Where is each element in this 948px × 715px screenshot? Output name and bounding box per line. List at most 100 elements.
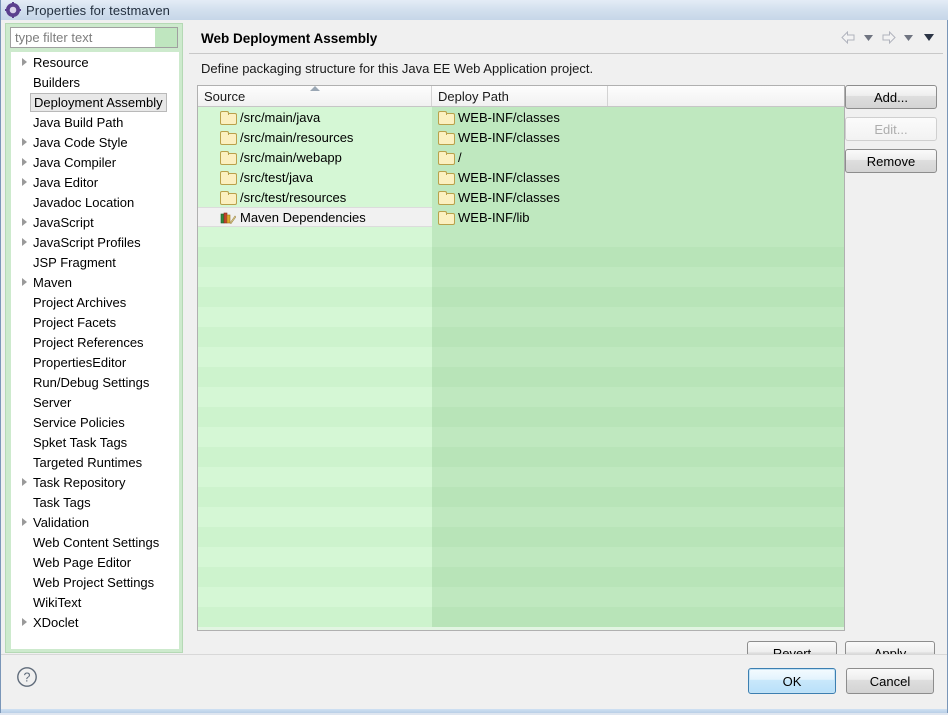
table-row-empty xyxy=(198,507,844,527)
expand-arrow-icon[interactable] xyxy=(17,158,31,166)
sidebar-item-task-repository[interactable]: Task Repository xyxy=(11,472,179,492)
table-cell-empty xyxy=(608,387,844,407)
remove-button[interactable]: Remove xyxy=(845,149,937,173)
forward-arrow-icon[interactable] xyxy=(880,29,897,46)
back-arrow-icon[interactable] xyxy=(840,29,857,46)
table-row[interactable]: Maven Dependencies WEB-INF/lib xyxy=(198,207,844,227)
expand-arrow-icon[interactable] xyxy=(17,138,31,146)
sidebar-item-spket-task-tags[interactable]: Spket Task Tags xyxy=(11,432,179,452)
table-cell-deploy-path[interactable]: WEB-INF/classes xyxy=(432,107,608,127)
table-cell-blank xyxy=(608,187,844,207)
table-cell-empty xyxy=(432,227,608,247)
table-body[interactable]: /src/main/java WEB-INF/classes/src/main/r… xyxy=(198,107,844,630)
table-cell-empty xyxy=(608,587,844,607)
back-history-chevron-down-icon[interactable] xyxy=(860,29,877,46)
sidebar-item-resource[interactable]: Resource xyxy=(11,52,179,72)
sidebar-item-javascript-profiles[interactable]: JavaScript Profiles xyxy=(11,232,179,252)
sidebar-item-validation[interactable]: Validation xyxy=(11,512,179,532)
filter-box[interactable]: type filter text xyxy=(10,27,178,48)
sidebar-item-task-tags[interactable]: Task Tags xyxy=(11,492,179,512)
dialog-title: Properties for testmaven xyxy=(26,2,171,18)
table-row[interactable]: /src/main/java WEB-INF/classes xyxy=(198,107,844,127)
help-icon[interactable]: ? xyxy=(16,666,38,688)
sidebar-item-javadoc-location[interactable]: Javadoc Location xyxy=(11,192,179,212)
table-cell-deploy-path[interactable]: WEB-INF/classes xyxy=(432,167,608,187)
table-cell-source[interactable]: /src/main/resources xyxy=(198,127,432,147)
table-row[interactable]: /src/main/webapp / xyxy=(198,147,844,167)
sidebar-item-java-code-style[interactable]: Java Code Style xyxy=(11,132,179,152)
table-cell-source[interactable]: /src/main/java xyxy=(198,107,432,127)
sidebar-item-javascript[interactable]: JavaScript xyxy=(11,212,179,232)
table-cell-empty xyxy=(198,527,432,547)
sidebar-item-server[interactable]: Server xyxy=(11,392,179,412)
expand-arrow-icon[interactable] xyxy=(17,178,31,186)
table-cell-empty xyxy=(198,247,432,267)
sidebar-item-project-facets[interactable]: Project Facets xyxy=(11,312,179,332)
expand-arrow-icon[interactable] xyxy=(17,478,31,486)
table-cell-source[interactable]: /src/test/java xyxy=(198,167,432,187)
page-description: Define packaging structure for this Java… xyxy=(201,61,594,76)
sidebar-item-service-policies[interactable]: Service Policies xyxy=(11,412,179,432)
sidebar-item-web-content-settings[interactable]: Web Content Settings xyxy=(11,532,179,552)
table-cell-deploy-path[interactable]: WEB-INF/classes xyxy=(432,187,608,207)
eclipse-properties-icon xyxy=(5,2,21,18)
expand-arrow-icon[interactable] xyxy=(17,58,31,66)
sidebar-item-maven[interactable]: Maven xyxy=(11,272,179,292)
sidebar-item-run-debug-settings[interactable]: Run/Debug Settings xyxy=(11,372,179,392)
sidebar-item-java-compiler[interactable]: Java Compiler xyxy=(11,152,179,172)
column-header-source[interactable]: Source xyxy=(198,86,432,106)
expand-arrow-icon[interactable] xyxy=(17,278,31,286)
dialog-title-bar: Properties for testmaven xyxy=(1,0,948,20)
table-row[interactable]: /src/test/java WEB-INF/classes xyxy=(198,167,844,187)
column-header-blank[interactable] xyxy=(608,86,844,106)
add-button[interactable]: Add... xyxy=(845,85,937,109)
column-header-deploy-path[interactable]: Deploy Path xyxy=(432,86,608,106)
expand-arrow-icon[interactable] xyxy=(17,518,31,526)
table-cell-deploy-path[interactable]: / xyxy=(432,147,608,167)
sidebar-item-java-editor[interactable]: Java Editor xyxy=(11,172,179,192)
sidebar-item-label: Project Archives xyxy=(33,294,127,310)
sidebar-item-targeted-runtimes[interactable]: Targeted Runtimes xyxy=(11,452,179,472)
table-row[interactable]: /src/test/resources WEB-INF/classes xyxy=(198,187,844,207)
sidebar-item-label: Targeted Runtimes xyxy=(33,454,143,470)
expand-arrow-icon[interactable] xyxy=(17,238,31,246)
table-cell-empty xyxy=(608,307,844,327)
sidebar-item-label: Javadoc Location xyxy=(33,194,135,210)
table-row[interactable]: /src/main/resources WEB-INF/classes xyxy=(198,127,844,147)
forward-history-chevron-down-icon[interactable] xyxy=(900,29,917,46)
sidebar-item-label: PropertiesEditor xyxy=(33,354,127,370)
table-cell-source[interactable]: /src/test/resources xyxy=(198,187,432,207)
sidebar-item-web-project-settings[interactable]: Web Project Settings xyxy=(11,572,179,592)
sidebar-item-propertieseditor[interactable]: PropertiesEditor xyxy=(11,352,179,372)
table-cell-deploy-path[interactable]: WEB-INF/classes xyxy=(432,127,608,147)
table-row-empty xyxy=(198,287,844,307)
sidebar-item-web-page-editor[interactable]: Web Page Editor xyxy=(11,552,179,572)
sidebar-item-project-archives[interactable]: Project Archives xyxy=(11,292,179,312)
sort-ascending-icon xyxy=(310,86,320,91)
table-cell-deploy-path[interactable]: WEB-INF/lib xyxy=(432,207,608,227)
sidebar-item-java-build-path[interactable]: Java Build Path xyxy=(11,112,179,132)
sidebar-item-wikitext[interactable]: WikiText xyxy=(11,592,179,612)
table-row-empty xyxy=(198,247,844,267)
deployment-assembly-table[interactable]: Source Deploy Path /src/main/java WEB-INF… xyxy=(197,85,845,631)
sidebar-item-project-references[interactable]: Project References xyxy=(11,332,179,352)
search-input[interactable]: type filter text xyxy=(11,30,155,45)
sidebar-item-builders[interactable]: Builders xyxy=(11,72,179,92)
settings-navigation-pane: type filter text Resource Builders Deploym… xyxy=(5,23,183,653)
sidebar-item-deployment-assembly[interactable]: Deployment Assembly xyxy=(11,92,179,112)
edit-button-label: Edit... xyxy=(874,121,908,137)
sidebar-item-xdoclet[interactable]: XDoclet xyxy=(11,612,179,632)
table-cell-empty xyxy=(432,427,608,447)
ok-button[interactable]: OK xyxy=(748,668,836,694)
table-cell-source[interactable]: Maven Dependencies xyxy=(198,207,432,227)
sidebar-item-jsp-fragment[interactable]: JSP Fragment xyxy=(11,252,179,272)
expand-arrow-icon[interactable] xyxy=(17,218,31,226)
folder-icon xyxy=(438,151,455,165)
table-cell-empty xyxy=(432,407,608,427)
cancel-button[interactable]: Cancel xyxy=(846,668,934,694)
deploy-path-label: WEB-INF/classes xyxy=(458,189,560,205)
view-menu-chevron-down-icon[interactable] xyxy=(920,29,937,46)
settings-tree[interactable]: Resource Builders Deployment Assembly Java … xyxy=(11,52,179,649)
table-cell-source[interactable]: /src/main/webapp xyxy=(198,147,432,167)
expand-arrow-icon[interactable] xyxy=(17,618,31,626)
